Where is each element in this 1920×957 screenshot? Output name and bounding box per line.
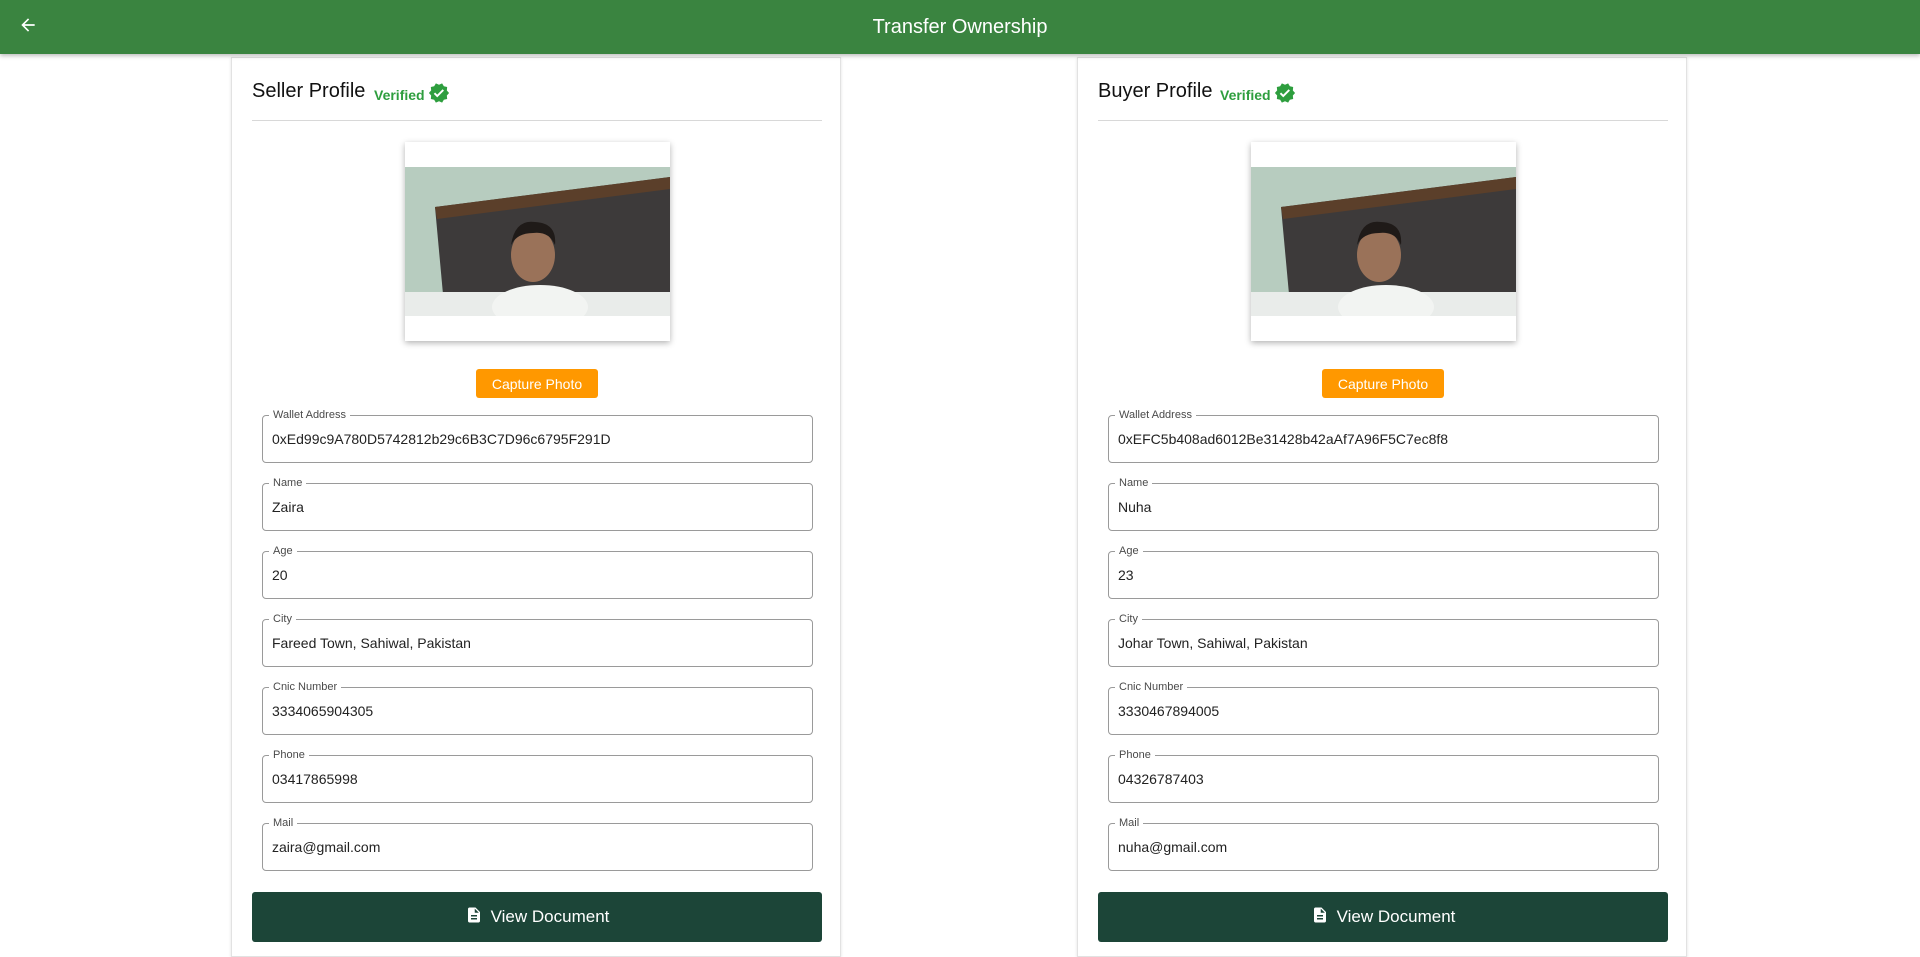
seller-phone-field[interactable]: Phone bbox=[262, 748, 813, 803]
seller-phone-input[interactable] bbox=[272, 756, 802, 802]
seller-verified-badge: Verified bbox=[374, 82, 450, 107]
seller-city-input[interactable] bbox=[272, 620, 802, 666]
document-icon bbox=[1311, 905, 1337, 930]
buyer-city-input[interactable] bbox=[1118, 620, 1648, 666]
seller-cnic-input[interactable] bbox=[272, 688, 802, 734]
seller-mail-input[interactable] bbox=[272, 824, 802, 870]
seller-photo-frame bbox=[405, 142, 670, 341]
seller-wallet-address-field[interactable]: Wallet Address bbox=[262, 408, 813, 463]
seller-card-header: Seller Profile Verified bbox=[252, 58, 822, 121]
page-title: Transfer Ownership bbox=[872, 16, 1048, 38]
buyer-wallet-address-field[interactable]: Wallet Address bbox=[1108, 408, 1659, 463]
view-document-label: View Document bbox=[1336, 907, 1456, 926]
buyer-city-field[interactable]: City bbox=[1108, 612, 1659, 667]
seller-name-input[interactable] bbox=[272, 484, 802, 530]
buyer-view-document-button[interactable]: View Document bbox=[1098, 892, 1668, 942]
buyer-age-input[interactable] bbox=[1118, 552, 1648, 598]
verified-label: Verified bbox=[374, 86, 425, 103]
buyer-verified-badge: Verified bbox=[1220, 82, 1296, 107]
buyer-mail-field[interactable]: Mail bbox=[1108, 816, 1659, 871]
buyer-profile-title: Buyer Profile bbox=[1098, 80, 1213, 102]
seller-age-field[interactable]: Age bbox=[262, 544, 813, 599]
buyer-cnic-field[interactable]: Cnic Number bbox=[1108, 680, 1659, 735]
seller-name-field[interactable]: Name bbox=[262, 476, 813, 531]
buyer-phone-field[interactable]: Phone bbox=[1108, 748, 1659, 803]
app-bar: Transfer Ownership bbox=[0, 0, 1920, 54]
verified-label: Verified bbox=[1220, 86, 1271, 103]
seller-profile-card: Seller Profile Verified Capture Photo Wa… bbox=[231, 57, 841, 957]
buyer-cnic-input[interactable] bbox=[1118, 688, 1648, 734]
buyer-age-field[interactable]: Age bbox=[1108, 544, 1659, 599]
verified-check-icon bbox=[1271, 82, 1296, 107]
seller-profile-title: Seller Profile bbox=[252, 80, 366, 102]
buyer-wallet-address-input[interactable] bbox=[1118, 416, 1648, 462]
seller-view-document-button[interactable]: View Document bbox=[252, 892, 822, 942]
buyer-photo-frame bbox=[1251, 142, 1516, 341]
view-document-label: View Document bbox=[490, 907, 610, 926]
verified-check-icon bbox=[425, 82, 450, 107]
seller-cnic-field[interactable]: Cnic Number bbox=[262, 680, 813, 735]
buyer-name-input[interactable] bbox=[1118, 484, 1648, 530]
buyer-capture-photo-button[interactable]: Capture Photo bbox=[1322, 369, 1444, 398]
buyer-photo bbox=[1251, 167, 1516, 316]
buyer-profile-card: Buyer Profile Verified Capture Photo Wal… bbox=[1077, 57, 1687, 957]
buyer-phone-input[interactable] bbox=[1118, 756, 1648, 802]
buyer-name-field[interactable]: Name bbox=[1108, 476, 1659, 531]
buyer-mail-input[interactable] bbox=[1118, 824, 1648, 870]
seller-mail-field[interactable]: Mail bbox=[262, 816, 813, 871]
seller-capture-photo-button[interactable]: Capture Photo bbox=[476, 369, 598, 398]
seller-photo bbox=[405, 167, 670, 316]
document-icon bbox=[465, 905, 491, 930]
seller-wallet-address-input[interactable] bbox=[272, 416, 802, 462]
seller-city-field[interactable]: City bbox=[262, 612, 813, 667]
buyer-card-header: Buyer Profile Verified bbox=[1098, 58, 1668, 121]
seller-age-input[interactable] bbox=[272, 552, 802, 598]
